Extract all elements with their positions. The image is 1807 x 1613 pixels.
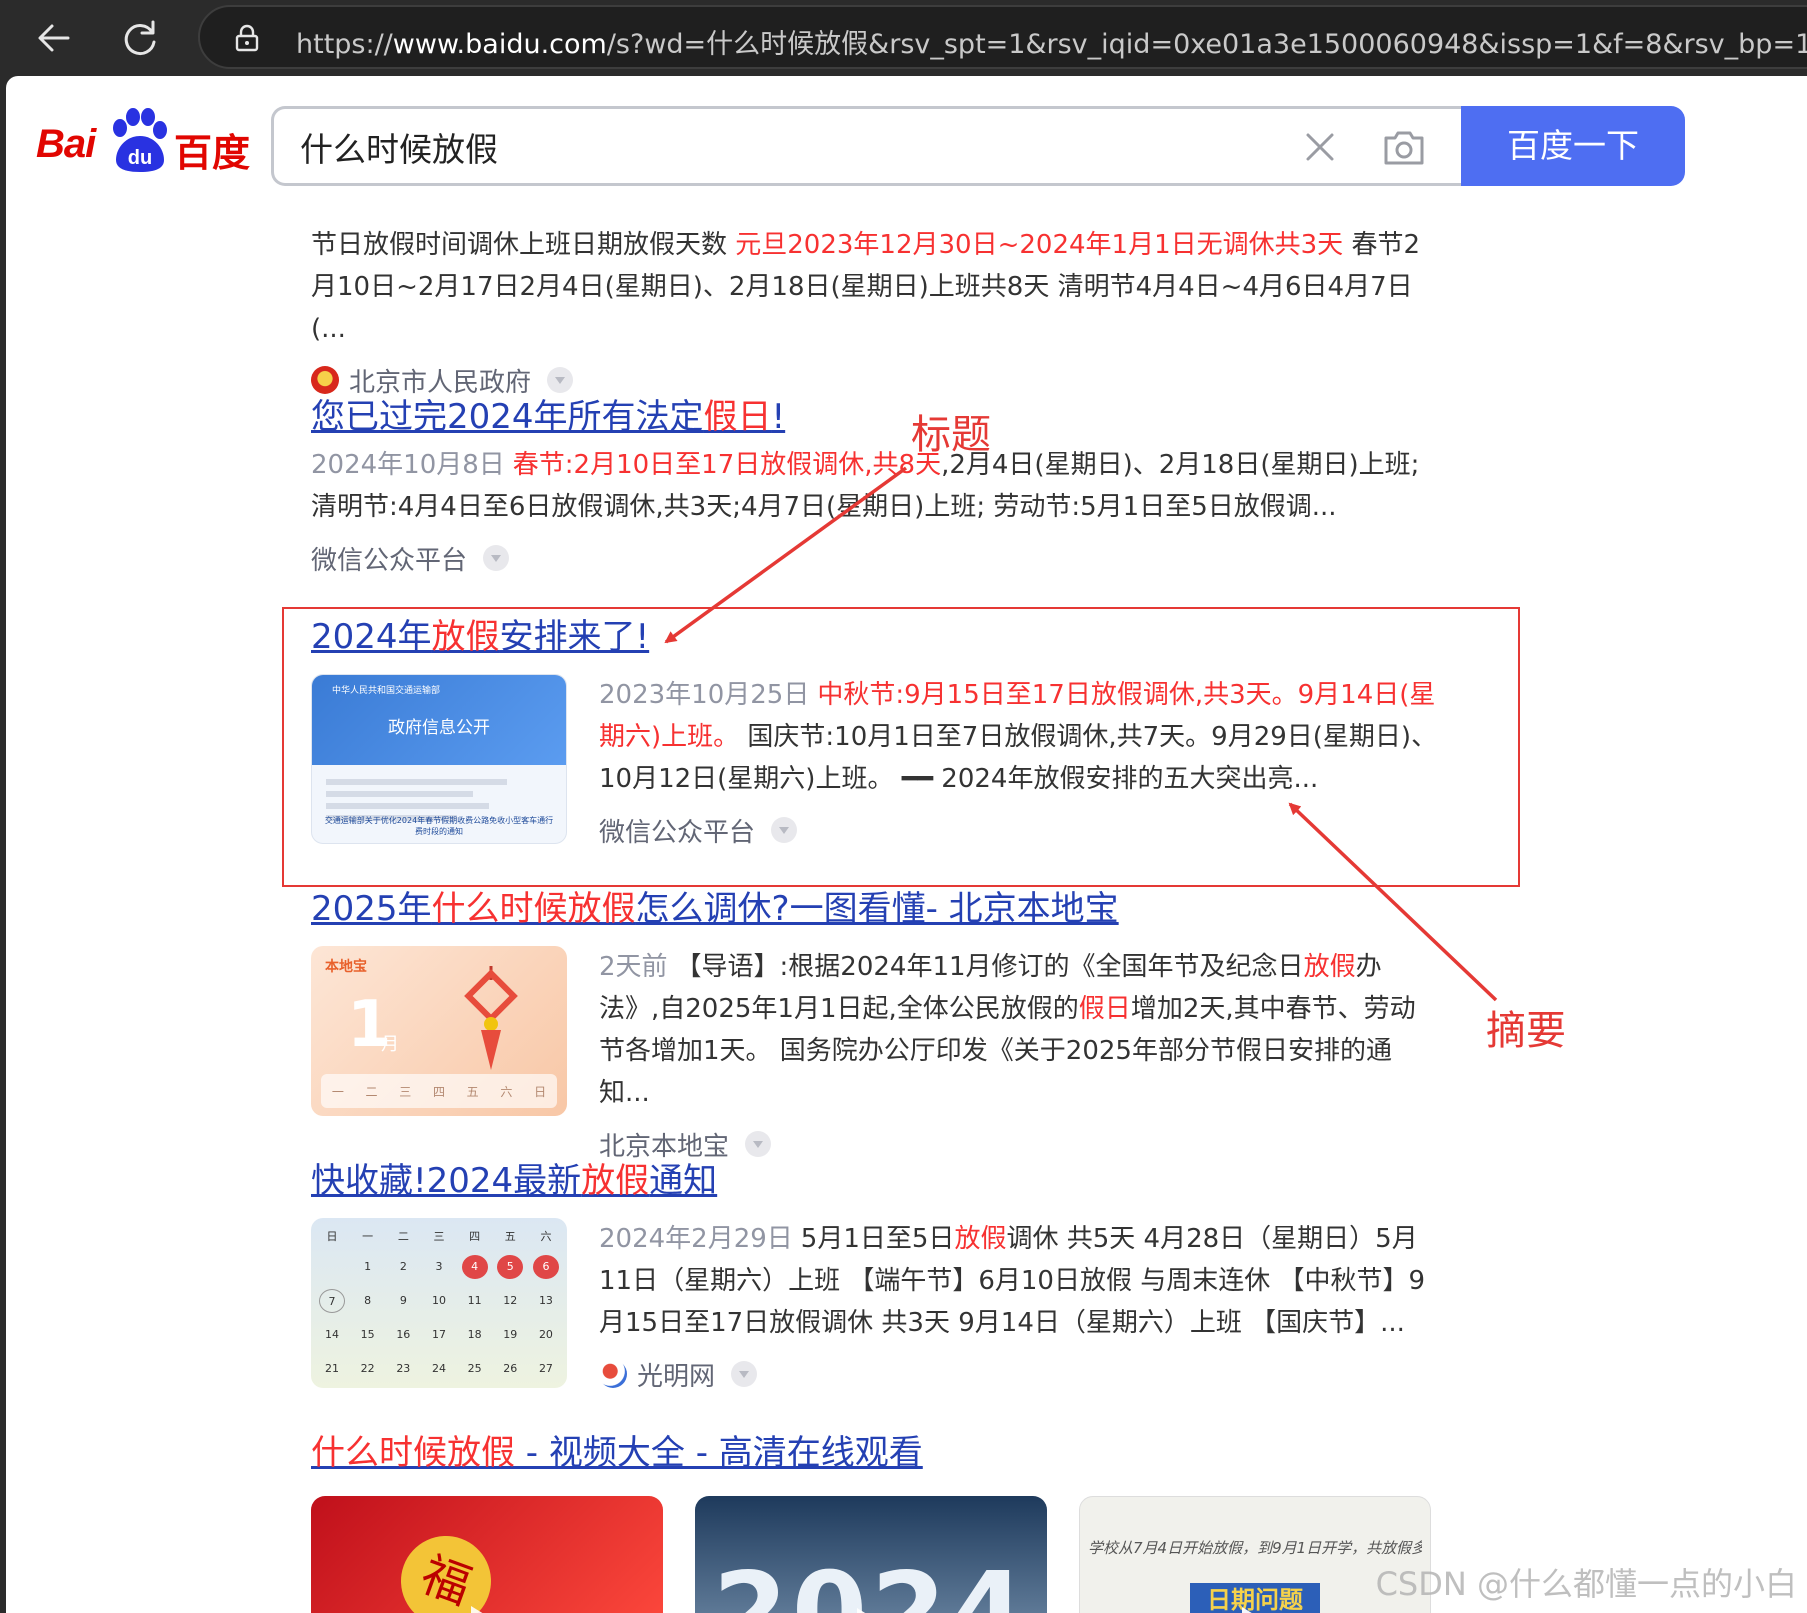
- calendar-row: 14 15 16 17 18 19 20: [319, 1318, 559, 1352]
- calendar-cell: 9: [399, 1294, 407, 1307]
- result-item: 您已过完2024年所有法定假日! 2024年10月8日 春节:2月10日至17日放…: [311, 394, 1441, 578]
- calendar-cell: 16: [396, 1328, 411, 1341]
- video-thumbnail[interactable]: 2024: [695, 1496, 1047, 1613]
- calendar-cell: 8: [364, 1294, 372, 1307]
- result-source[interactable]: 微信公众平台: [311, 538, 1441, 578]
- result-thumbnail[interactable]: 本地宝 1 月 一二三四五六日: [311, 946, 567, 1116]
- result-abstract: 2024年2月29日 5月1日至5日放假调休 共5天 4月28日（星期日）5月11…: [599, 1224, 1426, 1338]
- calendar-cell: 27: [538, 1362, 553, 1375]
- address-bar[interactable]: https://www.baidu.com/s?wd=什么时候放假&rsv_sp…: [198, 5, 1807, 69]
- calendar-cell: 17: [431, 1328, 446, 1341]
- video-text: 福: [388, 1523, 504, 1613]
- calendar-cell: 7: [319, 1289, 345, 1313]
- result-source[interactable]: 光明网: [599, 1354, 1441, 1394]
- calendar-cell: 五: [504, 1230, 516, 1243]
- paw-icon: du: [113, 108, 167, 172]
- calendar-cell: 24: [431, 1362, 446, 1375]
- calendar-cell: 25: [467, 1362, 482, 1375]
- clear-icon[interactable]: [1302, 129, 1338, 165]
- guangming-logo-icon: [599, 1360, 627, 1388]
- calendar-cell: 5: [497, 1255, 524, 1279]
- calendar-cell: 三: [433, 1230, 445, 1243]
- search-button[interactable]: 百度一下: [1461, 106, 1685, 186]
- calendar-cell: 11: [467, 1294, 482, 1307]
- thumbnail-calendar: 日一二三四五六 1 2 3 4 5 6 7 8 9 10 11 12 13 14 15 16 17 18 19 20 21…: [319, 1224, 559, 1384]
- calendar-cell: 6: [532, 1255, 559, 1279]
- calendar-row: 21 22 23 24 25 26 27: [319, 1352, 559, 1386]
- calendar-cell: 15: [360, 1328, 375, 1341]
- chevron-down-icon[interactable]: [483, 545, 510, 571]
- calendar-cell: 3: [435, 1260, 443, 1273]
- thumbnail-weekdays: 一二三四五六日: [321, 1074, 557, 1108]
- thumbnail-brand: 本地宝: [325, 959, 367, 975]
- result-title[interactable]: 您已过完2024年所有法定假日!: [311, 394, 1441, 440]
- calendar-cell: [319, 1255, 345, 1279]
- result-thumbnail[interactable]: 日一二三四五六 1 2 3 4 5 6 7 8 9 10 11 12 13 14 15 16 17 18 19 20 21…: [311, 1218, 567, 1388]
- video-thumbnail[interactable]: 福: [311, 1496, 663, 1613]
- government-emblem-icon: [311, 366, 339, 394]
- annotation-highlight-box: [282, 607, 1520, 887]
- calendar-header-row: 日一二三四五六: [319, 1224, 559, 1250]
- result-title[interactable]: 2025年什么时候放假怎么调休?一图看懂- 北京本地宝: [311, 886, 1441, 932]
- search-input[interactable]: [300, 125, 1240, 169]
- video-text: 2024: [712, 1550, 1030, 1613]
- page: Bai du 百度 百度一下 节日放假时间调休上班日期放假天数 元旦2023年1…: [6, 76, 1807, 1613]
- chevron-down-icon[interactable]: [731, 1361, 758, 1387]
- calendar-cell: 10: [431, 1294, 446, 1307]
- calendar-row: 1 2 3 456: [319, 1250, 559, 1284]
- calendar-cell: 一: [362, 1230, 374, 1243]
- result-title[interactable]: 什么时候放假 - 视频大全 - 高清在线观看: [311, 1430, 1441, 1476]
- result-item: 什么时候放假 - 视频大全 - 高清在线观看: [311, 1430, 1441, 1476]
- svg-text:du: du: [128, 147, 152, 169]
- video-text: 学校从7月4日开始放假，到9月1日开学，共放假多少: [1088, 1539, 1422, 1557]
- calendar-row: 7 8 9 10 11 12 13: [319, 1284, 559, 1318]
- calendar-cell: 23: [396, 1362, 411, 1375]
- back-arrow-icon[interactable]: [30, 14, 78, 62]
- baidu-logo[interactable]: Bai du 百度: [36, 108, 251, 178]
- result-abstract: 2024年10月8日 春节:2月10日至17日放假调休,共8天,2月4日(星期日)…: [311, 450, 1420, 522]
- calendar-cell: 20: [538, 1328, 553, 1341]
- lock-icon: [235, 24, 259, 52]
- thumbnail-month-unit: 月: [381, 1034, 399, 1055]
- browser-toolbar: https://www.baidu.com/s?wd=什么时候放假&rsv_sp…: [0, 0, 1807, 76]
- result-abstract: 节日放假时间调休上班日期放假天数 元旦2023年12月30日~2024年1月1日…: [311, 230, 1420, 344]
- calendar-cell: 4: [461, 1255, 488, 1279]
- calendar-cell: 14: [325, 1328, 339, 1341]
- calendar-cell: 26: [503, 1362, 518, 1375]
- chevron-down-icon[interactable]: [547, 367, 574, 393]
- chinese-knot-icon: [464, 966, 518, 1070]
- calendar-cell: 13: [538, 1294, 553, 1307]
- chevron-down-icon[interactable]: [745, 1131, 772, 1157]
- logo-latin-text: Bai: [36, 122, 96, 166]
- logo-cn-text: 百度: [174, 131, 251, 175]
- calendar-cell: 19: [503, 1328, 518, 1341]
- play-icon: [857, 1608, 883, 1613]
- calendar-cell: 22: [360, 1362, 375, 1375]
- calendar-cell: 12: [503, 1294, 518, 1307]
- watermark: CSDN @什么都懂一点的小白: [1375, 1565, 1797, 1603]
- calendar-cell: 四: [469, 1230, 481, 1243]
- refresh-icon[interactable]: [116, 14, 164, 62]
- calendar-cell: 1: [364, 1260, 372, 1273]
- result-title[interactable]: 快收藏!2024最新放假通知: [311, 1158, 1441, 1204]
- annotation-title-label: 标题: [911, 412, 991, 458]
- calendar-cell: 日: [326, 1230, 338, 1243]
- calendar-cell: 2: [399, 1260, 407, 1273]
- play-icon: [1242, 1607, 1268, 1613]
- url-text: https://www.baidu.com/s?wd=什么时候放假&rsv_sp…: [296, 29, 1807, 60]
- result-item: 快收藏!2024最新放假通知 日一二三四五六 1 2 3 4 5 6 7 8 9 10 11 12 13 1…: [311, 1158, 1441, 1394]
- calendar-cell: 18: [467, 1328, 482, 1341]
- camera-icon[interactable]: [1382, 126, 1426, 168]
- result-item: 2025年什么时候放假怎么调休?一图看懂- 北京本地宝 本地宝 1 月 一二三四…: [311, 886, 1441, 1164]
- result-abstract: 2天前 【导语】:根据2024年11月修订的《全国年节及纪念日放假办法》,自202…: [599, 952, 1416, 1108]
- annotation-abstract-label: 摘要: [1486, 1008, 1566, 1054]
- calendar-cell: 二: [397, 1230, 409, 1243]
- calendar-cell: 六: [540, 1230, 552, 1243]
- calendar-cell: 21: [325, 1362, 339, 1375]
- play-icon: [471, 1606, 497, 1613]
- result-item: 节日放假时间调休上班日期放假天数 元旦2023年12月30日~2024年1月1日…: [311, 224, 1441, 400]
- search-box: [271, 106, 1461, 186]
